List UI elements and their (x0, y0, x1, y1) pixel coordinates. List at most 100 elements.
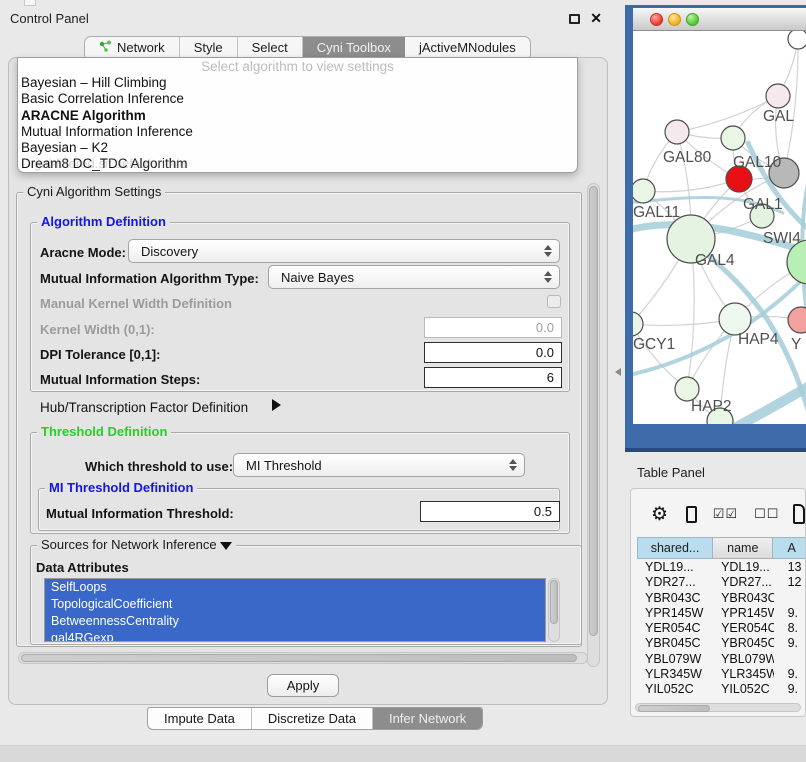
network-node-y[interactable] (788, 307, 806, 333)
table-cell: YDL19... (713, 559, 774, 574)
column-header[interactable]: name (713, 537, 773, 559)
apply-button[interactable]: Apply (267, 674, 339, 697)
table-cell: YER054C (713, 620, 774, 635)
column-header[interactable]: shared... (637, 537, 713, 559)
algorithm-dropdown-list: Select algorithm to view settings Bayesi… (17, 57, 578, 173)
tab-style[interactable]: Style (180, 37, 238, 57)
network-icon (99, 40, 112, 55)
mi-type-select[interactable]: Naive Bayes (268, 265, 560, 289)
network-canvas[interactable]: GALGAL80GAL10GAL1GAL11SWI4GAL4GCY1HAP4YH… (633, 31, 806, 424)
tab-jactivemnodules[interactable]: jActiveMNodules (405, 37, 530, 57)
network-node-gcy1[interactable] (633, 312, 643, 336)
network-window-titlebar[interactable] (633, 8, 806, 31)
bottom-tab-impute-data[interactable]: Impute Data (148, 708, 252, 729)
node-attribute-table[interactable]: shared...nameAYDL19...YDL19...13YDR27...… (637, 537, 806, 699)
collapse-down-icon[interactable] (220, 542, 232, 550)
settings-hscrollbar[interactable] (18, 652, 588, 664)
table-row[interactable]: YBL079WYBL079W (637, 651, 806, 666)
close-traffic-light-icon[interactable] (650, 13, 663, 26)
combo-stepper-icon (544, 245, 552, 257)
attr-list-scrollbar[interactable] (548, 578, 560, 642)
splitter-collapse-icon[interactable] (615, 368, 621, 376)
kernel-width-field[interactable]: 0.0 (424, 317, 562, 338)
tab-cyni-toolbox[interactable]: Cyni Toolbox (303, 37, 405, 57)
close-icon[interactable]: ✕ (590, 10, 602, 27)
network-node-gal11[interactable] (633, 179, 655, 203)
table-cell: YIL052C (713, 681, 774, 696)
table-cell: YBL079W (713, 651, 774, 666)
split-columns-icon[interactable] (686, 506, 697, 523)
network-node[interactable] (788, 31, 806, 49)
unchecked-checkboxes-icon[interactable]: ☐☐ (754, 506, 779, 522)
table-cell: YLR345W (637, 666, 713, 681)
node-label: GAL4 (695, 252, 735, 269)
table-row[interactable]: YER054CYER054C8. (637, 620, 806, 635)
document-icon[interactable] (793, 504, 805, 524)
table-cell: YBL079W (637, 651, 713, 666)
table-panel-card: ⚙ ☑☑ ☐☐ shared...nameAYDL19...YDL19...13… (630, 488, 806, 717)
table-cell: 13 (774, 559, 806, 574)
table-cell (774, 590, 806, 605)
bottom-tab-infer-network[interactable]: Infer Network (373, 708, 482, 729)
table-row[interactable]: YBR045CYBR045C9. (637, 635, 806, 650)
table-hscrollbar[interactable] (635, 703, 801, 712)
table-cell: 9. (774, 666, 806, 681)
table-row[interactable]: YLR345WYLR345W9. (637, 666, 806, 681)
dpi-tolerance-field[interactable]: 0.0 (424, 342, 562, 363)
network-node-gal[interactable] (766, 84, 790, 108)
mi-threshold-label: Mutual Information Threshold: (46, 506, 234, 521)
network-graph: GALGAL80GAL10GAL1GAL11SWI4GAL4GCY1HAP4YH… (633, 31, 806, 424)
tab-label: Select (252, 40, 288, 55)
network-node-gal80[interactable] (665, 120, 689, 144)
attribute-list-item[interactable]: SelfLoops (45, 579, 545, 596)
data-attributes-list[interactable]: SelfLoopsTopologicalCoefficientBetweenne… (44, 578, 546, 642)
node-label: GAL11 (633, 204, 680, 221)
algorithm-placeholder: Select algorithm to view settings (18, 58, 577, 75)
table-cell: YIL052C (637, 681, 713, 696)
algorithm-option[interactable]: Mutual Information Inference (18, 124, 577, 140)
algorithm-option[interactable]: Bayesian – K2 (18, 140, 577, 156)
table-cell: YPR145W (637, 605, 713, 620)
gear-icon[interactable]: ⚙ (651, 505, 668, 524)
table-row[interactable]: YDR27...YDR27...12 (637, 574, 806, 589)
checked-checkboxes-icon[interactable]: ☑☑ (713, 506, 738, 522)
table-row[interactable]: YPR145WYPR145W9. (637, 605, 806, 620)
table-cell: YER054C (637, 620, 713, 635)
algorithm-option[interactable]: Bayesian – Hill Climbing (18, 75, 577, 91)
settings-vscrollbar[interactable] (587, 183, 600, 667)
attribute-list-item[interactable]: TopologicalCoefficient (45, 596, 545, 613)
tab-select[interactable]: Select (238, 37, 303, 57)
algorithm-option[interactable]: ARACNE Algorithm (18, 108, 577, 124)
node-label: SWI4 (763, 230, 801, 247)
node-label: Y (791, 336, 801, 353)
network-node-gal10[interactable] (721, 126, 745, 150)
combo-stepper-icon (544, 271, 552, 283)
tab-label: Network (117, 40, 165, 55)
column-header[interactable]: A (773, 537, 806, 559)
table-row[interactable]: YDL19...YDL19...13 (637, 559, 806, 574)
table-row[interactable]: YIL052CYIL052C9. (637, 681, 806, 696)
node-label: GAL10 (733, 154, 782, 171)
control-panel-dock: Control Panel ✕ NetworkStyleSelectCyni T… (0, 0, 618, 745)
kernel-width-label: Kernel Width (0,1): (40, 322, 155, 337)
top-tab-bar: Network Style Select Cyni ToolboxjActiveMNo… (84, 36, 531, 58)
attribute-list-item[interactable]: BetweennessCentrality (45, 613, 545, 630)
expand-right-icon[interactable] (272, 399, 281, 411)
table-cell: YBR043C (637, 590, 713, 605)
which-threshold-select[interactable]: MI Threshold (233, 453, 525, 477)
network-edge (643, 179, 739, 192)
minimize-traffic-light-icon[interactable] (668, 13, 681, 26)
mi-threshold-field[interactable]: 0.5 (420, 501, 560, 522)
zoom-traffic-light-icon[interactable] (686, 13, 699, 26)
float-window-icon[interactable] (569, 14, 580, 24)
window-frame-edge (625, 448, 806, 452)
attribute-list-item[interactable]: gal4RGexp (45, 630, 545, 642)
manual-kernel-checkbox[interactable] (547, 295, 561, 308)
table-row[interactable]: YBR043CYBR043C (637, 590, 806, 605)
aracne-mode-select[interactable]: Discovery (128, 239, 560, 263)
mi-steps-field[interactable]: 6 (424, 367, 562, 388)
tab-network[interactable]: Network (85, 37, 180, 57)
algorithm-option[interactable]: Basic Correlation Inference (18, 91, 577, 107)
bottom-tab-discretize-data[interactable]: Discretize Data (252, 708, 373, 729)
table-cell: YLR345W (713, 666, 774, 681)
